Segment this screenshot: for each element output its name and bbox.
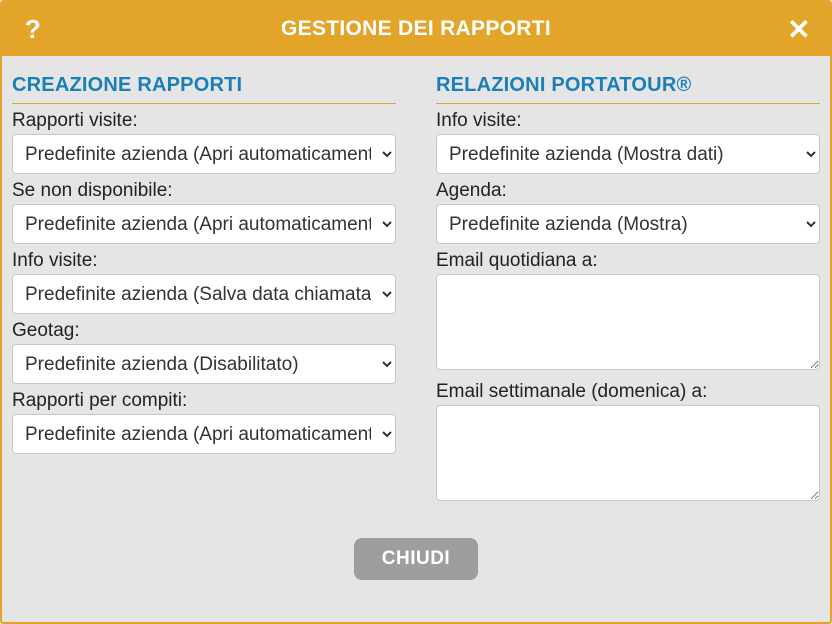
label-info-visite-right: Info visite: — [436, 110, 820, 132]
select-se-non-disponibile[interactable]: Predefinite azienda (Apri automaticament… — [12, 204, 396, 244]
select-info-visite-left[interactable]: Predefinite azienda (Salva data chiamata… — [12, 274, 396, 314]
label-geotag: Geotag: — [12, 320, 396, 342]
dialog-title: GESTIONE DEI RAPPORTI — [281, 17, 551, 41]
label-email-settimanale: Email settimanale (domenica) a: — [436, 381, 820, 403]
close-icon[interactable]: ✕ — [772, 2, 826, 56]
label-email-quotidiana: Email quotidiana a: — [436, 250, 820, 272]
textarea-email-quotidiana[interactable] — [436, 274, 820, 370]
help-icon[interactable]: ? — [6, 2, 60, 56]
label-rapporti-visite: Rapporti visite: — [12, 110, 396, 132]
columns: CREAZIONE RAPPORTI Rapporti visite: Pred… — [12, 74, 820, 508]
titlebar: ? GESTIONE DEI RAPPORTI ✕ — [2, 2, 830, 56]
field-email-quotidiana: Email quotidiana a: — [436, 250, 820, 375]
select-info-visite-right[interactable]: Predefinite azienda (Mostra dati) — [436, 134, 820, 174]
field-info-visite-left: Info visite: Predefinite azienda (Salva … — [12, 250, 396, 314]
section-title-relazioni: RELAZIONI PORTATOUR® — [436, 74, 820, 104]
field-agenda: Agenda: Predefinite azienda (Mostra) — [436, 180, 820, 244]
select-agenda[interactable]: Predefinite azienda (Mostra) — [436, 204, 820, 244]
select-rapporti-visite[interactable]: Predefinite azienda (Apri automaticament… — [12, 134, 396, 174]
field-geotag: Geotag: Predefinite azienda (Disabilitat… — [12, 320, 396, 384]
close-button[interactable]: CHIUDI — [354, 538, 478, 580]
textarea-email-settimanale[interactable] — [436, 405, 820, 501]
footer: CHIUDI — [12, 526, 820, 600]
label-se-non-disponibile: Se non disponibile: — [12, 180, 396, 202]
field-email-settimanale: Email settimanale (domenica) a: — [436, 381, 820, 506]
label-rapporti-compiti: Rapporti per compiti: — [12, 390, 396, 412]
field-rapporti-compiti: Rapporti per compiti: Predefinite aziend… — [12, 390, 396, 454]
dialog-body: CREAZIONE RAPPORTI Rapporti visite: Pred… — [2, 56, 830, 622]
section-title-creazione: CREAZIONE RAPPORTI — [12, 74, 396, 104]
label-info-visite-left: Info visite: — [12, 250, 396, 272]
dialog: ? GESTIONE DEI RAPPORTI ✕ CREAZIONE RAPP… — [0, 0, 832, 624]
select-rapporti-compiti[interactable]: Predefinite azienda (Apri automaticament… — [12, 414, 396, 454]
column-left: CREAZIONE RAPPORTI Rapporti visite: Pred… — [12, 74, 396, 508]
field-se-non-disponibile: Se non disponibile: Predefinite azienda … — [12, 180, 396, 244]
select-geotag[interactable]: Predefinite azienda (Disabilitato) — [12, 344, 396, 384]
field-rapporti-visite: Rapporti visite: Predefinite azienda (Ap… — [12, 110, 396, 174]
field-info-visite-right: Info visite: Predefinite azienda (Mostra… — [436, 110, 820, 174]
label-agenda: Agenda: — [436, 180, 820, 202]
column-right: RELAZIONI PORTATOUR® Info visite: Predef… — [436, 74, 820, 508]
